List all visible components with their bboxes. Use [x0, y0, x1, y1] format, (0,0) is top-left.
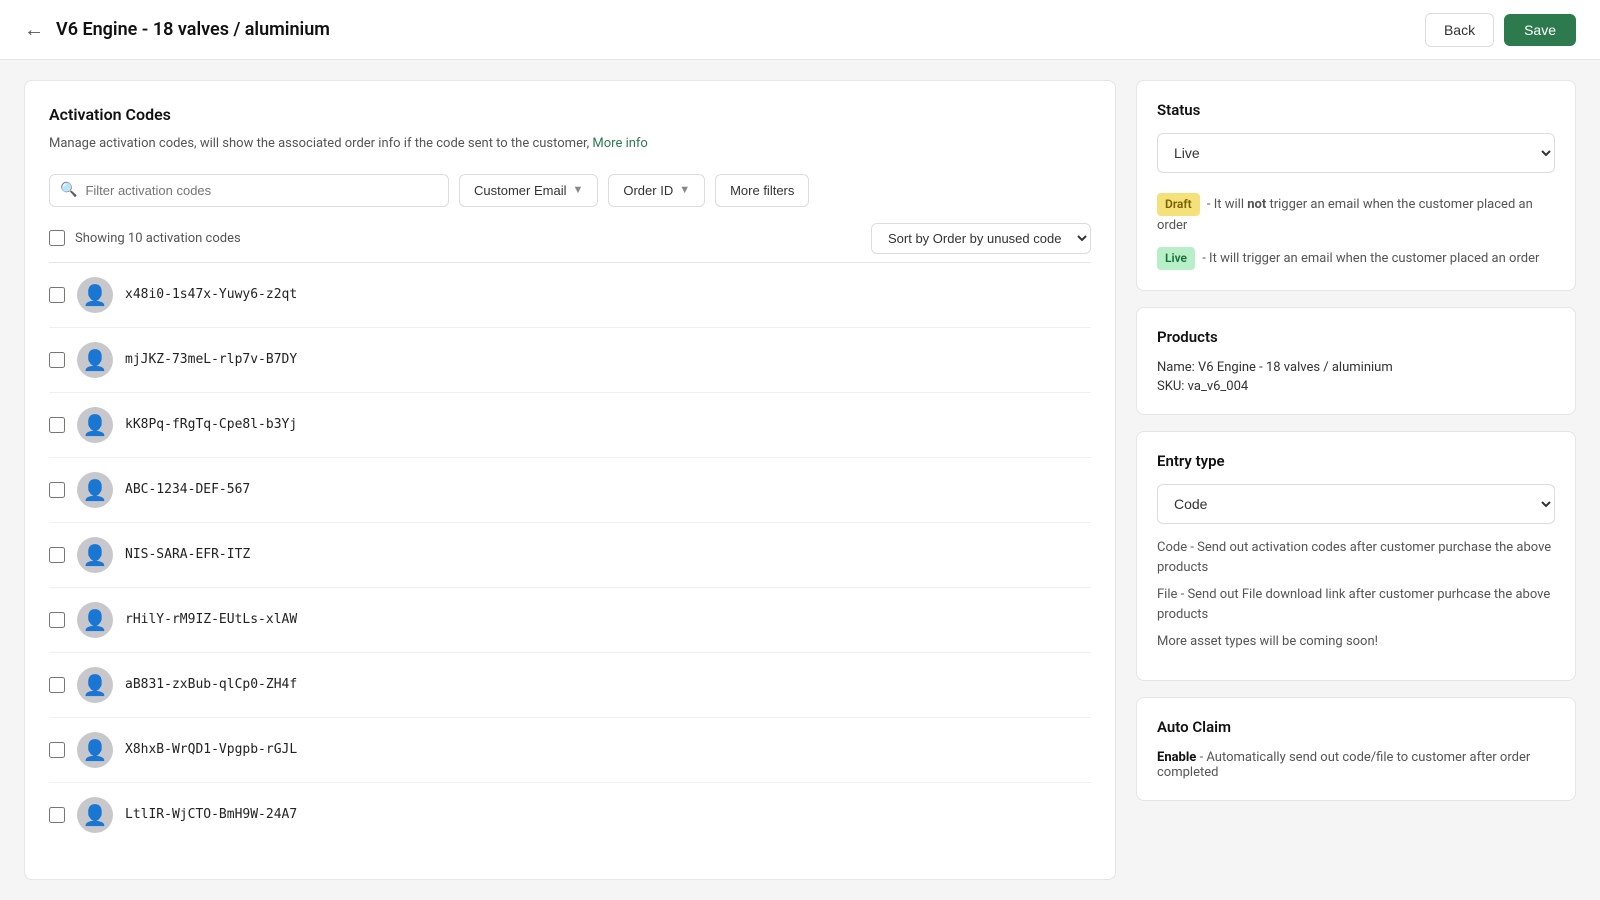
- table-row: 👤 NIS-SARA-EFR-ITZ: [49, 523, 1091, 588]
- back-arrow-icon[interactable]: ←: [24, 17, 44, 42]
- avatar: 👤: [77, 472, 113, 508]
- status-select[interactable]: Live Draft: [1157, 133, 1555, 173]
- row-checkbox[interactable]: [49, 352, 65, 368]
- table-row: 👤 kK8Pq-fRgTq-Cpe8l-b3Yj: [49, 393, 1091, 458]
- code-type-desc: Code - Send out activation codes after c…: [1157, 538, 1555, 577]
- activation-code: aB831-zxBub-qlCp0-ZH4f: [125, 677, 297, 692]
- file-type-desc: File - Send out File download link after…: [1157, 585, 1555, 624]
- table-row: 👤 mjJKZ-73meL-rlp7v-B7DY: [49, 328, 1091, 393]
- entry-type-title: Entry type: [1157, 452, 1555, 470]
- right-panel: Status Live Draft Draft - It will not tr…: [1136, 80, 1576, 880]
- table-row: 👤 X8hxB-WrQD1-Vpgpb-rGJL: [49, 718, 1091, 783]
- table-row: 👤 x48i0-1s47x-Yuwy6-z2qt: [49, 263, 1091, 328]
- list-header-left: Showing 10 activation codes: [49, 230, 241, 246]
- user-icon: 👤: [83, 803, 108, 827]
- product-name: Name: V6 Engine - 18 valves / aluminium: [1157, 360, 1555, 375]
- activation-code: ABC-1234-DEF-567: [125, 482, 250, 497]
- coming-soon-desc: More asset types will be coming soon!: [1157, 632, 1555, 652]
- avatar: 👤: [77, 797, 113, 833]
- live-badge: Live: [1157, 247, 1195, 270]
- table-row: 👤 ABC-1234-DEF-567: [49, 458, 1091, 523]
- showing-count: Showing 10 activation codes: [75, 231, 241, 246]
- activation-code: LtlIR-WjCTO-BmH9W-24A7: [125, 807, 297, 822]
- row-checkbox[interactable]: [49, 287, 65, 303]
- row-checkbox[interactable]: [49, 807, 65, 823]
- row-checkbox[interactable]: [49, 677, 65, 693]
- page-title: V6 Engine - 18 valves / aluminium: [56, 19, 330, 40]
- customer-email-filter[interactable]: Customer Email ▼: [459, 174, 598, 207]
- row-checkbox[interactable]: [49, 482, 65, 498]
- auto-claim-title: Auto Claim: [1157, 718, 1555, 736]
- activation-code: rHilY-rM9IZ-EUtLs-xlAW: [125, 612, 297, 627]
- activation-code: x48i0-1s47x-Yuwy6-z2qt: [125, 287, 297, 302]
- avatar: 👤: [77, 277, 113, 313]
- draft-badge: Draft: [1157, 193, 1200, 216]
- activation-code: NIS-SARA-EFR-ITZ: [125, 547, 250, 562]
- search-input-wrap: 🔍: [49, 174, 449, 207]
- back-button[interactable]: Back: [1425, 13, 1494, 47]
- table-row: 👤 LtlIR-WjCTO-BmH9W-24A7: [49, 783, 1091, 847]
- row-checkbox[interactable]: [49, 547, 65, 563]
- auto-claim-info: Enable - Automatically send out code/fil…: [1157, 750, 1555, 780]
- user-icon: 👤: [83, 608, 108, 632]
- row-checkbox[interactable]: [49, 742, 65, 758]
- activation-code: kK8Pq-fRgTq-Cpe8l-b3Yj: [125, 417, 297, 432]
- entry-type-select[interactable]: Code File: [1157, 484, 1555, 524]
- order-id-filter[interactable]: Order ID ▼: [608, 174, 705, 207]
- draft-status-info: Draft - It will not trigger an email whe…: [1157, 193, 1555, 237]
- user-icon: 👤: [83, 543, 108, 567]
- products-title: Products: [1157, 328, 1555, 346]
- section-title: Activation Codes: [49, 105, 1091, 124]
- code-list: 👤 x48i0-1s47x-Yuwy6-z2qt 👤 mjJKZ-73meL-r…: [49, 262, 1091, 847]
- product-sku: SKU: va_v6_004: [1157, 379, 1555, 394]
- search-input[interactable]: [85, 175, 438, 206]
- user-icon: 👤: [83, 738, 108, 762]
- save-button[interactable]: Save: [1504, 14, 1576, 46]
- row-checkbox[interactable]: [49, 612, 65, 628]
- entry-type-card: Entry type Code File Code - Send out act…: [1136, 431, 1576, 681]
- avatar: 👤: [77, 732, 113, 768]
- status-card: Status Live Draft Draft - It will not tr…: [1136, 80, 1576, 291]
- table-row: 👤 rHilY-rM9IZ-EUtLs-xlAW: [49, 588, 1091, 653]
- table-row: 👤 aB831-zxBub-qlCp0-ZH4f: [49, 653, 1091, 718]
- user-icon: 👤: [83, 673, 108, 697]
- more-filters-button[interactable]: More filters: [715, 174, 809, 207]
- avatar: 👤: [77, 537, 113, 573]
- auto-claim-card: Auto Claim Enable - Automatically send o…: [1136, 697, 1576, 801]
- chevron-down-icon: ▼: [572, 184, 583, 196]
- chevron-down-icon: ▼: [679, 184, 690, 196]
- avatar: 👤: [77, 342, 113, 378]
- avatar: 👤: [77, 602, 113, 638]
- row-checkbox[interactable]: [49, 417, 65, 433]
- sort-select[interactable]: Sort by Order by unused code: [871, 223, 1091, 254]
- more-info-link[interactable]: More info: [592, 136, 647, 151]
- status-title: Status: [1157, 101, 1555, 119]
- products-card: Products Name: V6 Engine - 18 valves / a…: [1136, 307, 1576, 415]
- main-panel: Activation Codes Manage activation codes…: [24, 80, 1116, 880]
- list-header: Showing 10 activation codes Sort by Orde…: [49, 223, 1091, 254]
- section-desc: Manage activation codes, will show the a…: [49, 134, 1091, 154]
- select-all-checkbox[interactable]: [49, 230, 65, 246]
- top-bar-right: Back Save: [1425, 13, 1576, 47]
- filter-bar: 🔍 Customer Email ▼ Order ID ▼ More filte…: [49, 174, 1091, 207]
- top-bar-left: ← V6 Engine - 18 valves / aluminium: [24, 17, 330, 42]
- content-wrapper: Activation Codes Manage activation codes…: [0, 60, 1600, 900]
- live-status-info: Live - It will trigger an email when the…: [1157, 247, 1555, 270]
- user-icon: 👤: [83, 348, 108, 372]
- activation-code: mjJKZ-73meL-rlp7v-B7DY: [125, 352, 297, 367]
- search-icon: 🔍: [60, 182, 77, 198]
- user-icon: 👤: [83, 478, 108, 502]
- user-icon: 👤: [83, 283, 108, 307]
- user-icon: 👤: [83, 413, 108, 437]
- activation-code: X8hxB-WrQD1-Vpgpb-rGJL: [125, 742, 297, 757]
- top-bar: ← V6 Engine - 18 valves / aluminium Back…: [0, 0, 1600, 60]
- avatar: 👤: [77, 667, 113, 703]
- avatar: 👤: [77, 407, 113, 443]
